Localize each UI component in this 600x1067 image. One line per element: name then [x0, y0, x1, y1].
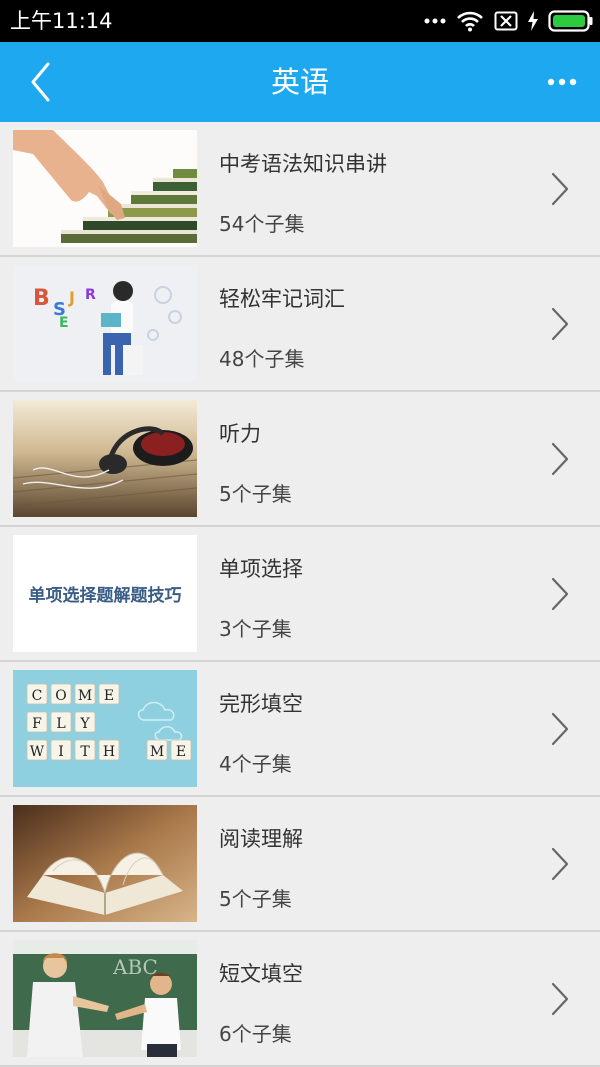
- wifi-icon: [457, 11, 483, 32]
- course-title: 阅读理解: [219, 827, 303, 851]
- letter-tile: M: [74, 683, 96, 705]
- chevron-right-icon: [550, 307, 570, 341]
- svg-text:I: I: [58, 744, 64, 760]
- letter-tile: T: [74, 739, 96, 761]
- course-title: 短文填空: [219, 962, 303, 986]
- chevron-left-icon: [31, 62, 50, 102]
- more-button[interactable]: [542, 64, 582, 100]
- letter-tile: I: [50, 739, 72, 761]
- course-title: 轻松牢记词汇: [219, 287, 345, 311]
- course-title: 单项选择: [219, 557, 303, 581]
- svg-text:E: E: [59, 315, 69, 331]
- letter-tile: L: [50, 711, 72, 733]
- letter-tile: M: [146, 739, 168, 761]
- svg-text:W: W: [30, 744, 45, 760]
- episode-count: 48个子集: [219, 347, 305, 371]
- back-button[interactable]: [16, 56, 64, 108]
- svg-text:E: E: [104, 688, 114, 704]
- more-dots-icon: [424, 18, 446, 24]
- svg-text:Y: Y: [79, 716, 90, 732]
- letter-tile: C: [26, 683, 48, 705]
- letter-tile: O: [50, 683, 72, 705]
- chevron-right-icon: [550, 442, 570, 476]
- letter-tile: Y: [74, 711, 96, 733]
- svg-text:T: T: [80, 744, 90, 760]
- letter-tile: E: [170, 739, 192, 761]
- more-horizontal-icon: [547, 78, 577, 86]
- list-item[interactable]: 单项选择题解题技巧 单项选择 3个子集: [0, 527, 600, 662]
- list-item[interactable]: 中考语法知识串讲 54个子集: [0, 122, 600, 257]
- course-list: 中考语法知识串讲 54个子集 B S J R E 轻松牢记词汇 48个子集 听力…: [0, 122, 600, 1067]
- teacher-and-student-image: ABC: [13, 940, 197, 1057]
- sim-off-icon: [494, 11, 518, 31]
- status-bar: 上午11:14: [0, 0, 600, 42]
- hand-climbing-books-image: [13, 130, 197, 247]
- child-reading-letters-image: B S J R E: [13, 265, 197, 382]
- letter-tile: H: [98, 739, 120, 761]
- episode-count: 3个子集: [219, 617, 292, 641]
- svg-text:H: H: [103, 744, 115, 760]
- svg-text:L: L: [56, 716, 65, 732]
- svg-text:O: O: [55, 688, 66, 704]
- app-bar: 英语: [0, 42, 600, 122]
- course-title: 听力: [219, 422, 261, 446]
- episode-count: 5个子集: [219, 482, 292, 506]
- svg-text:F: F: [32, 716, 42, 732]
- chevron-right-icon: [550, 172, 570, 206]
- svg-text:C: C: [32, 688, 43, 704]
- svg-text:M: M: [78, 688, 92, 704]
- list-item[interactable]: B S J R E 轻松牢记词汇 48个子集: [0, 257, 600, 392]
- letter-tile: W: [26, 739, 48, 761]
- scrabble-tiles-image: COMEFLYWITHME: [13, 670, 197, 787]
- thumb-text: ABC: [112, 955, 158, 979]
- list-item[interactable]: 阅读理解 5个子集: [0, 797, 600, 932]
- svg-text:B: B: [33, 286, 50, 311]
- course-title: 完形填空: [219, 692, 303, 716]
- chevron-right-icon: [550, 712, 570, 746]
- single-choice-tips-image: 单项选择题解题技巧: [13, 535, 197, 652]
- list-item[interactable]: COMEFLYWITHME 完形填空 4个子集: [0, 662, 600, 797]
- headphones-image: [13, 400, 197, 517]
- chevron-right-icon: [550, 577, 570, 611]
- chevron-right-icon: [550, 982, 570, 1016]
- list-item[interactable]: ABC 短文填空 6个子集: [0, 932, 600, 1067]
- letter-tile: E: [98, 683, 120, 705]
- svg-text:E: E: [176, 744, 186, 760]
- episode-count: 54个子集: [219, 212, 305, 236]
- episode-count: 5个子集: [219, 887, 292, 911]
- list-item[interactable]: 听力 5个子集: [0, 392, 600, 527]
- battery-icon: [548, 10, 593, 32]
- episode-count: 6个子集: [219, 1022, 292, 1046]
- thumb-text: 单项选择题解题技巧: [29, 585, 182, 606]
- svg-text:J: J: [68, 288, 75, 307]
- episode-count: 4个子集: [219, 752, 292, 776]
- status-icons: [424, 0, 594, 42]
- open-book-image: [13, 805, 197, 922]
- chevron-right-icon: [550, 847, 570, 881]
- page-title: 英语: [270, 65, 329, 99]
- status-time: 上午11:14: [10, 9, 113, 33]
- course-title: 中考语法知识串讲: [219, 152, 387, 176]
- svg-text:R: R: [85, 287, 96, 303]
- svg-text:M: M: [150, 744, 164, 760]
- charging-icon: [528, 11, 538, 31]
- letter-tile: F: [26, 711, 48, 733]
